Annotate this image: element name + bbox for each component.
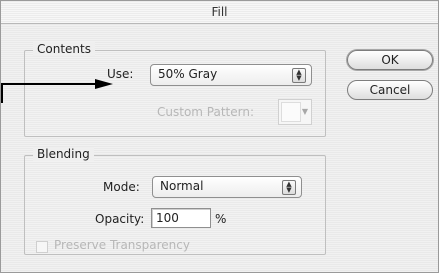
cancel-button[interactable]: Cancel [347,80,433,100]
opacity-unit: % [215,212,227,226]
pattern-swatch [281,102,301,122]
ok-button[interactable]: OK [347,50,433,70]
callout-arrow-head [95,79,113,89]
chevron-down-icon: ▼ [301,107,308,116]
custom-pattern-picker: ▼ [278,99,312,125]
opacity-input-value: 100 [156,211,179,225]
callout-arrow-stem [1,83,3,103]
stepper-icon: ▲ ▼ [282,180,296,195]
blending-group: Blending Mode: Normal ▲ ▼ Opacity: 100 % … [24,147,326,255]
blending-group-title: Blending [33,147,94,161]
callout-arrow-icon [1,83,97,85]
use-select-value: 50% Gray [158,67,218,81]
mode-label: Mode: [103,180,140,194]
contents-group: Contents Use: 50% Gray ▲ ▼ Custom Pattern… [24,42,326,137]
fill-dialog: Fill Contents Use: 50% Gray ▲ ▼ Custom Pa… [0,0,439,273]
stepper-icon: ▲ ▼ [292,68,306,83]
dialog-title: Fill [1,1,438,24]
preserve-transparency-checkbox[interactable] [36,241,48,253]
use-select[interactable]: 50% Gray ▲ ▼ [150,64,312,86]
opacity-label: Opacity: [95,212,145,226]
mode-select[interactable]: Normal ▲ ▼ [152,176,302,198]
custom-pattern-label: Custom Pattern: [157,105,255,119]
preserve-transparency-label: Preserve Transparency [54,238,190,252]
contents-group-title: Contents [33,42,95,56]
opacity-input[interactable]: 100 [151,208,211,228]
mode-select-value: Normal [160,179,204,193]
